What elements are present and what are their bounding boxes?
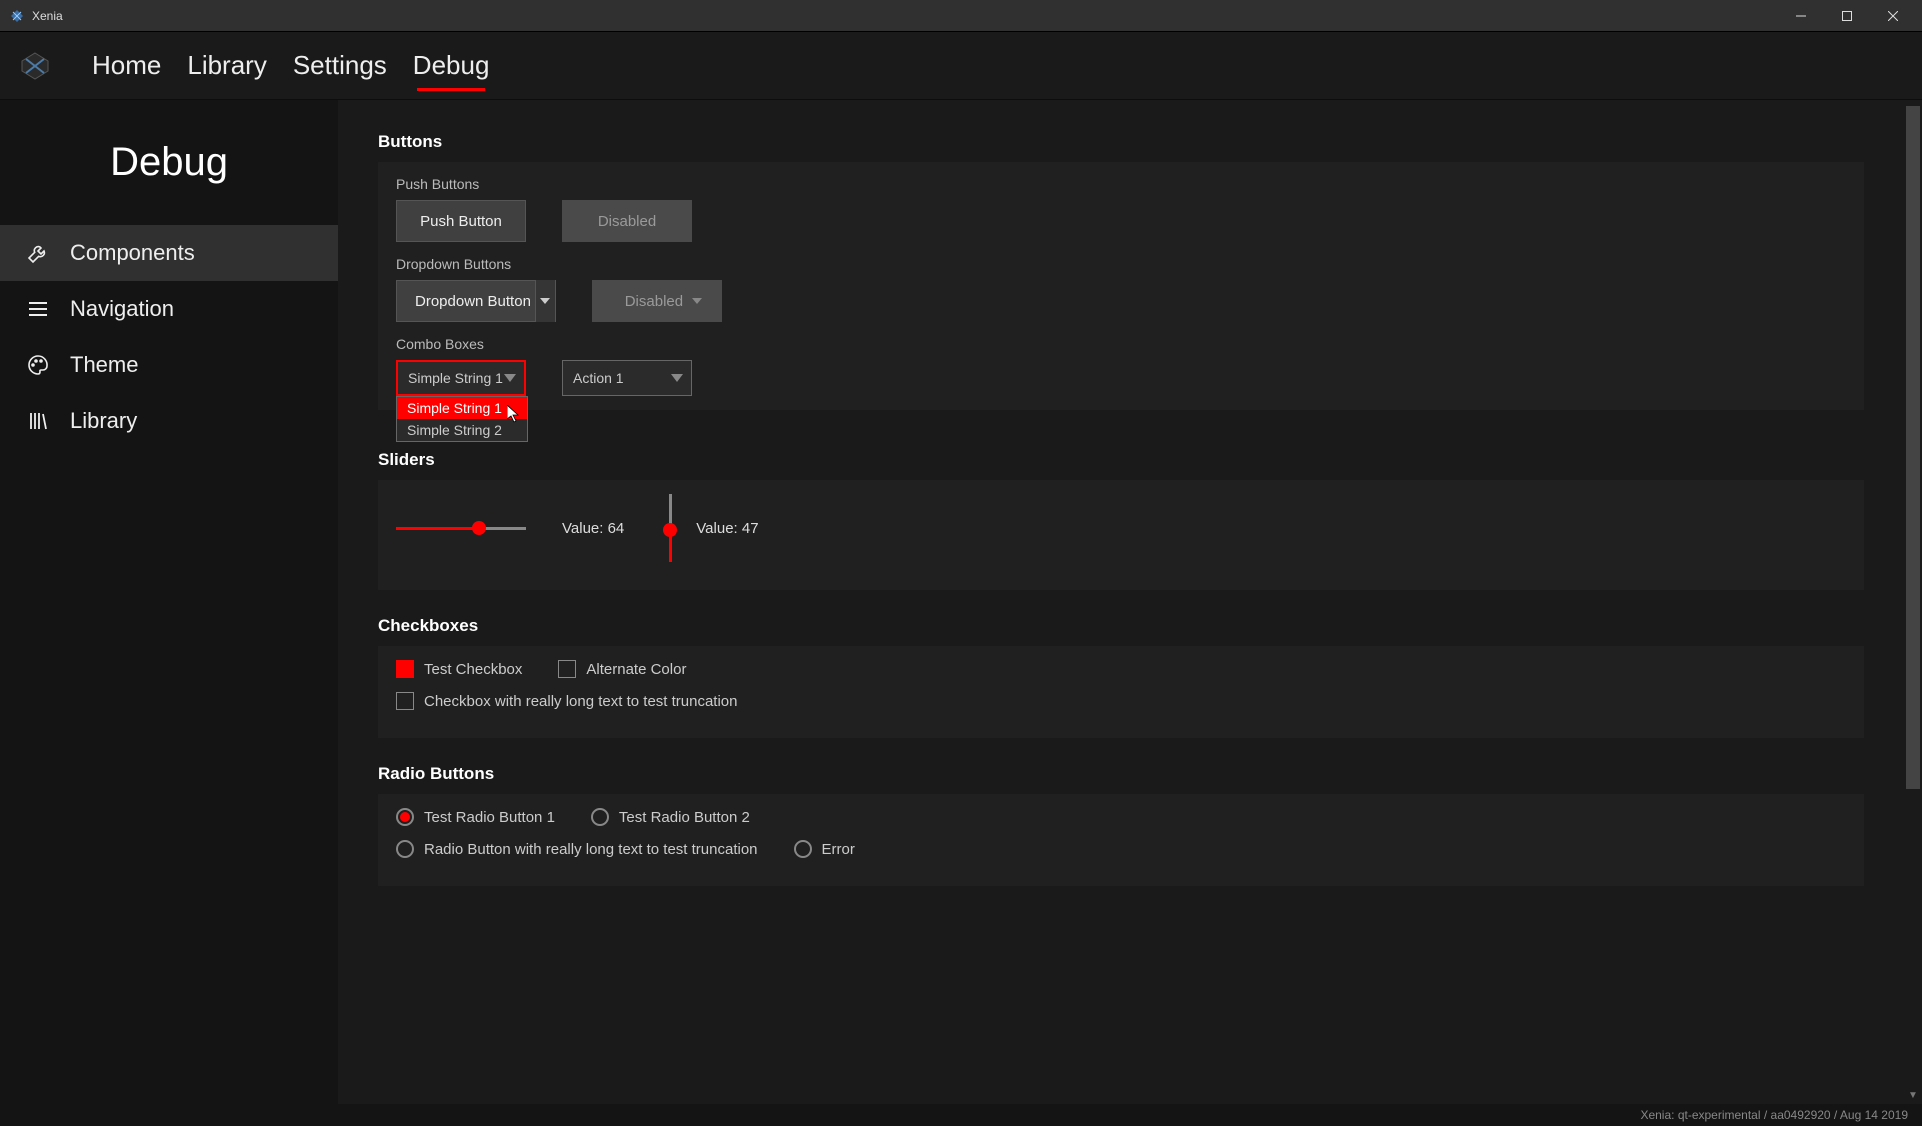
slider-h-label: Value: 64 <box>562 520 624 537</box>
radio-circle-icon <box>794 840 812 858</box>
checkbox-label: Test Checkbox <box>424 661 522 678</box>
checkbox-long-text[interactable]: Checkbox with really long text to test t… <box>396 692 738 710</box>
checkbox-test[interactable]: Test Checkbox <box>396 660 522 678</box>
section-title-radios: Radio Buttons <box>378 764 1864 784</box>
checkbox-label: Checkbox with really long text to test t… <box>424 693 738 710</box>
books-icon <box>24 407 52 435</box>
slider-horizontal[interactable] <box>396 518 526 538</box>
sidebar-title: Debug <box>0 140 338 185</box>
tab-debug[interactable]: Debug <box>413 44 490 87</box>
dropdown-button-disabled: Disabled <box>592 280 722 322</box>
sidebar-item-theme[interactable]: Theme <box>0 337 338 393</box>
chevron-down-icon <box>504 374 516 382</box>
push-button-disabled: Disabled <box>562 200 692 242</box>
panel-radios: Test Radio Button 1 Test Radio Button 2 … <box>378 794 1864 886</box>
wrench-icon <box>24 239 52 267</box>
titlebar: Xenia <box>0 0 1922 32</box>
checkbox-box-icon <box>396 692 414 710</box>
radio-label: Test Radio Button 1 <box>424 809 555 826</box>
radio-label: Test Radio Button 2 <box>619 809 750 826</box>
combo-option-1[interactable]: Simple String 1 <box>397 397 527 419</box>
radio-test-1[interactable]: Test Radio Button 1 <box>396 808 555 826</box>
statusbar: Xenia: qt-experimental / aa0492920 / Aug… <box>0 1104 1922 1126</box>
sidebar-item-components[interactable]: Components <box>0 225 338 281</box>
logo-icon <box>18 49 52 83</box>
app-icon <box>10 9 24 23</box>
minimize-button[interactable] <box>1778 0 1824 32</box>
sidebar-item-navigation[interactable]: Navigation <box>0 281 338 337</box>
sidebar-item-label: Navigation <box>70 296 174 322</box>
radio-label: Radio Button with really long text to te… <box>424 841 758 858</box>
palette-icon <box>24 351 52 379</box>
scroll-thumb[interactable] <box>1906 106 1920 789</box>
radio-error[interactable]: Error <box>794 840 855 858</box>
section-title-sliders: Sliders <box>378 450 1864 470</box>
chevron-down-icon <box>535 280 555 322</box>
maximize-button[interactable] <box>1824 0 1870 32</box>
radio-circle-icon <box>396 840 414 858</box>
checkbox-box-icon <box>558 660 576 678</box>
status-text: Xenia: qt-experimental / aa0492920 / Aug… <box>1640 1108 1908 1122</box>
slider-thumb[interactable] <box>663 523 677 537</box>
panel-sliders: Value: 64 Value: 47 <box>378 480 1864 590</box>
dropdown-button[interactable]: Dropdown Button <box>396 280 556 322</box>
slider-vertical[interactable] <box>660 494 680 562</box>
combo-option-2[interactable]: Simple String 2 <box>397 419 527 441</box>
combo-dropdown-list: Simple String 1 Simple String 2 <box>396 396 528 442</box>
dropdown-disabled-label: Disabled <box>625 293 683 310</box>
sidebar: Debug Components Navigation Theme Librar… <box>0 100 338 1104</box>
radio-label: Error <box>822 841 855 858</box>
combo-box-2[interactable]: Action 1 <box>562 360 692 396</box>
panel-buttons: Push Buttons Push Button Disabled Dropdo… <box>378 162 1864 410</box>
radio-test-2[interactable]: Test Radio Button 2 <box>591 808 750 826</box>
content-area: Buttons Push Buttons Push Button Disable… <box>338 100 1922 1104</box>
section-title-checkboxes: Checkboxes <box>378 616 1864 636</box>
label-push-buttons: Push Buttons <box>396 176 1846 192</box>
label-combo-boxes: Combo Boxes <box>396 336 1846 352</box>
radio-long-text[interactable]: Radio Button with really long text to te… <box>396 840 758 858</box>
tab-library[interactable]: Library <box>187 44 266 87</box>
menu-icon <box>24 295 52 323</box>
radio-circle-icon <box>591 808 609 826</box>
slider-thumb[interactable] <box>472 521 486 535</box>
chevron-down-icon <box>687 280 707 322</box>
label-dropdown-buttons: Dropdown Buttons <box>396 256 1846 272</box>
panel-checkboxes: Test Checkbox Alternate Color Checkbox w… <box>378 646 1864 738</box>
combo-box-1[interactable]: Simple String 1 <box>396 360 526 396</box>
tab-home[interactable]: Home <box>92 44 161 87</box>
combo-selected-label: Action 1 <box>573 370 624 386</box>
sidebar-item-label: Theme <box>70 352 138 378</box>
sidebar-item-label: Library <box>70 408 137 434</box>
navbar: Home Library Settings Debug <box>0 32 1922 100</box>
scroll-down-icon[interactable]: ▼ <box>1904 1086 1922 1104</box>
push-button[interactable]: Push Button <box>396 200 526 242</box>
dropdown-button-label: Dropdown Button <box>415 293 531 310</box>
close-button[interactable] <box>1870 0 1916 32</box>
checkbox-label: Alternate Color <box>586 661 686 678</box>
slider-v-label: Value: 47 <box>696 520 758 537</box>
sidebar-item-library[interactable]: Library <box>0 393 338 449</box>
sidebar-item-label: Components <box>70 240 195 266</box>
scrollbar[interactable]: ▲ ▼ <box>1904 100 1922 1104</box>
section-title-buttons: Buttons <box>378 132 1864 152</box>
radio-circle-icon <box>396 808 414 826</box>
checkbox-alternate-color[interactable]: Alternate Color <box>558 660 686 678</box>
window-title: Xenia <box>32 9 63 23</box>
checkbox-box-icon <box>396 660 414 678</box>
chevron-down-icon <box>671 374 683 382</box>
combo-selected-label: Simple String 1 <box>408 370 503 386</box>
tab-settings[interactable]: Settings <box>293 44 387 87</box>
